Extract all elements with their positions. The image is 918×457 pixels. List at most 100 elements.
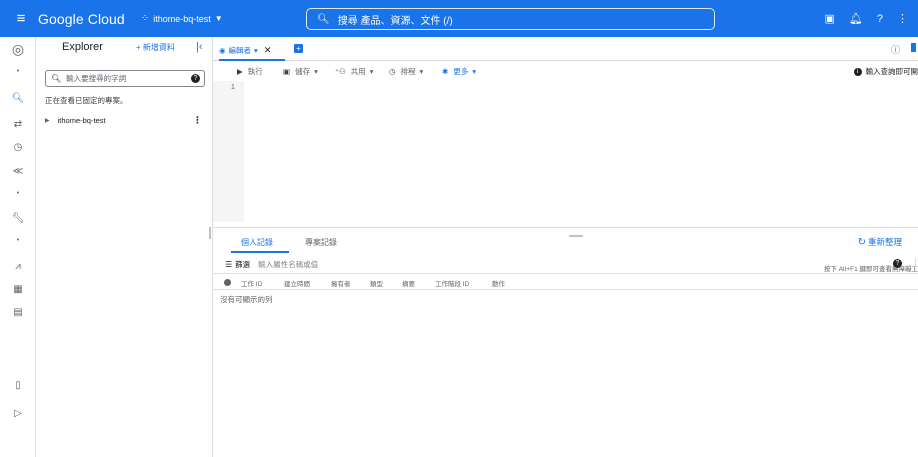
query-hint: i 輸入查詢即可開	[853, 66, 918, 77]
global-search-input[interactable]: 🔍︎ 搜尋 產品、資源、文件 (/)	[306, 8, 715, 30]
explorer-search-placeholder: 輸入要搜尋的字詞	[66, 74, 127, 83]
help-icon[interactable]: ?	[877, 13, 883, 25]
history-icon[interactable]: ◷	[0, 142, 36, 153]
tab-editor[interactable]: ◉ 編輯者 ▾ ✕	[219, 41, 271, 59]
project-name: ithome-bq-test	[153, 13, 211, 24]
column-session-id[interactable]: 工作階段 ID	[435, 278, 469, 288]
pinned-projects-note: 正在查看已固定的專案。	[45, 96, 128, 105]
tab-editor-label: 編輯者	[228, 45, 252, 55]
schedule-button[interactable]: ◷ 排程 ▾	[389, 66, 423, 77]
explorer-header: Explorer + 新增資料 |‹	[36, 37, 212, 57]
top-app-bar: ≡ Google Cloud ⁘ ithome-bq-test ▼ 🔍︎ 搜尋 …	[0, 0, 918, 37]
editor-toolbar: ▶ 執行 ▣ 儲存 ▾ ⁺⚇ 共用 ▾ ◷ 排程 ▾ ✱ 更多 ▾ i 輸入查詢…	[213, 63, 918, 81]
refresh-label: 重新整理	[867, 237, 902, 247]
refresh-icon: ↻	[857, 236, 866, 248]
column-job-id[interactable]: 工作 ID	[241, 278, 262, 288]
share-icon: ⁺⚇	[335, 67, 346, 76]
table-icon[interactable]: ▤	[0, 307, 36, 318]
sql-editor[interactable]: 1 按下 Alt+F1 鍵即可查看無障礙工	[213, 81, 918, 273]
more-button[interactable]: ✱ 更多 ▾	[442, 66, 476, 77]
filter-icon: ☰	[225, 260, 233, 269]
save-label: 儲存	[295, 67, 311, 76]
chevron-down-icon: ▾	[472, 67, 477, 76]
tab-personal-history[interactable]: 個人記錄	[241, 237, 273, 248]
chevron-down-icon: ▾	[419, 67, 424, 76]
dashboard-icon[interactable]: ▦	[0, 284, 36, 295]
refresh-button[interactable]: ↻ 重新整理	[858, 236, 902, 248]
editor-tab-bar: ◉ 編輯者 ▾ ✕ + ⓘ	[213, 37, 918, 61]
project-dots-icon: ⁘	[140, 13, 150, 24]
column-owner[interactable]: 擁有者	[331, 278, 351, 288]
collapse-panel-icon[interactable]: |‹	[196, 41, 203, 53]
status-dot-icon	[224, 279, 231, 286]
google-cloud-brand[interactable]: Google Cloud	[38, 11, 125, 27]
dot-icon: •	[16, 68, 20, 75]
more-label: 更多	[453, 67, 469, 76]
notifications-icon[interactable]: 🔔︎	[849, 12, 863, 25]
column-type[interactable]: 類型	[370, 278, 383, 288]
active-tab-indicator	[219, 59, 285, 61]
help-icon[interactable]: ?	[893, 259, 902, 268]
dot-icon: •	[16, 190, 20, 197]
release-notes-icon[interactable]: ▯	[0, 380, 36, 391]
gear-icon: ✱	[442, 67, 449, 76]
project-tree-item[interactable]: ▶ ithome-bq-test ⋮	[45, 114, 210, 126]
save-button[interactable]: ▣ 儲存 ▾	[283, 66, 318, 77]
expand-rail-icon[interactable]: ▷	[0, 408, 36, 419]
close-icon[interactable]: ✕	[264, 45, 272, 56]
line-number: 1	[231, 84, 235, 91]
analytics-icon[interactable]: ⩘	[0, 261, 36, 272]
dot-icon: •	[16, 237, 20, 244]
chevron-down-icon: ▾	[314, 67, 318, 76]
tab-project-history[interactable]: 專案記錄	[305, 237, 337, 248]
explorer-title: Explorer	[62, 41, 103, 53]
run-label: 執行	[247, 67, 263, 76]
line-gutter: 1	[213, 81, 244, 222]
column-actions[interactable]: 動作	[492, 278, 505, 288]
more-vert-icon[interactable]: ⋮	[897, 12, 908, 25]
hamburger-menu-icon[interactable]: ≡	[6, 0, 36, 37]
project-picker[interactable]: ⁘ ithome-bq-test ▼	[141, 13, 223, 24]
info-icon[interactable]: ⓘ	[891, 43, 900, 56]
top-actions: ▣ 🔔︎ ? ⋮	[825, 0, 909, 37]
chevron-down-icon: ▾	[369, 67, 374, 76]
project-tree-label: ithome-bq-test	[57, 115, 106, 125]
column-summary[interactable]: 摘要	[402, 278, 415, 288]
more-vert-icon[interactable]: ⋮	[193, 115, 202, 126]
schedule-label: 排程	[400, 67, 416, 76]
global-search-placeholder: 搜尋 產品、資源、文件 (/)	[337, 15, 453, 27]
filter-input[interactable]: 輸入屬性名稱或值	[258, 259, 318, 270]
run-button[interactable]: ▶ 執行	[237, 66, 263, 77]
panel-toggle-icon[interactable]	[911, 43, 916, 52]
chevron-down-icon: ▼	[214, 14, 223, 23]
divider	[915, 258, 916, 270]
left-nav-rail: ◎ • 🔍︎ ⇄ ◷ ≪ • 🔧︎ • ⩘ ▦ ▤ ▯ ▷	[0, 37, 36, 457]
transfers-icon[interactable]: ⇄	[0, 119, 36, 130]
info-icon: i	[853, 67, 862, 76]
query-icon: ◉	[219, 45, 226, 55]
connections-icon[interactable]: ≪	[0, 166, 36, 177]
expand-arrow-icon[interactable]: ▶	[45, 117, 50, 124]
bigquery-logo-icon[interactable]: ◎	[0, 41, 36, 58]
empty-results-message: 沒有可顯示的列	[220, 295, 273, 304]
share-button[interactable]: ⁺⚇ 共用 ▾	[335, 66, 373, 77]
add-data-button[interactable]: + 新增資料	[136, 42, 175, 53]
search-icon[interactable]: 🔍︎	[0, 93, 36, 104]
help-icon[interactable]: ?	[191, 74, 200, 83]
filter-bar[interactable]: ☰ 篩選 輸入屬性名稱或值 ?	[213, 256, 918, 274]
results-column-header: 工作 ID 建立時間 擁有者 類型 摘要 工作階段 ID 動作	[213, 276, 918, 290]
search-icon: 🔍︎	[51, 74, 62, 83]
explorer-search-input[interactable]: 🔍︎ 輸入要搜尋的字詞 ?	[45, 70, 205, 87]
wrench-icon[interactable]: 🔧︎	[0, 213, 36, 224]
panel-resize-handle[interactable]	[209, 227, 211, 239]
play-icon: ▶	[237, 67, 243, 76]
cloud-shell-icon[interactable]: ▣	[825, 12, 835, 25]
new-tab-icon[interactable]: +	[294, 44, 303, 53]
column-created-time[interactable]: 建立時間	[284, 278, 310, 288]
query-hint-text: 輸入查詢即可開	[865, 67, 918, 76]
share-label: 共用	[350, 67, 366, 76]
results-panel: 個人記錄 專案記錄 ↻ 重新整理 ☰ 篩選 輸入屬性名稱或值 ? 工作 ID 建…	[213, 227, 918, 457]
search-icon: 🔍︎	[317, 13, 330, 25]
clock-icon: ◷	[389, 67, 396, 76]
chevron-down-icon[interactable]: ▾	[254, 46, 258, 55]
